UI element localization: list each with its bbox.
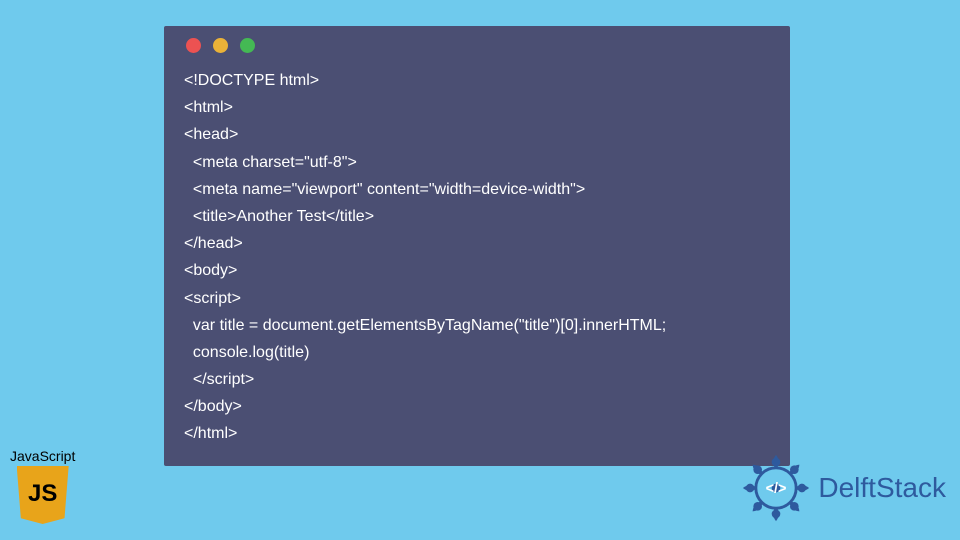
close-icon xyxy=(186,38,201,53)
maximize-icon xyxy=(240,38,255,53)
code-block: <!DOCTYPE html> <html> <head> <meta char… xyxy=(184,67,770,448)
svg-text:</>: </> xyxy=(766,481,787,497)
delftstack-emblem-icon: </> xyxy=(740,452,812,524)
javascript-logo: JavaScript xyxy=(10,448,75,524)
js-shield-icon xyxy=(17,466,69,524)
window-controls xyxy=(186,38,770,53)
javascript-label: JavaScript xyxy=(10,448,75,464)
minimize-icon xyxy=(213,38,228,53)
delftstack-brand-text: DelftStack xyxy=(818,472,946,504)
code-window: <!DOCTYPE html> <html> <head> <meta char… xyxy=(164,26,790,466)
delftstack-logo: </> DelftStack xyxy=(740,452,946,524)
